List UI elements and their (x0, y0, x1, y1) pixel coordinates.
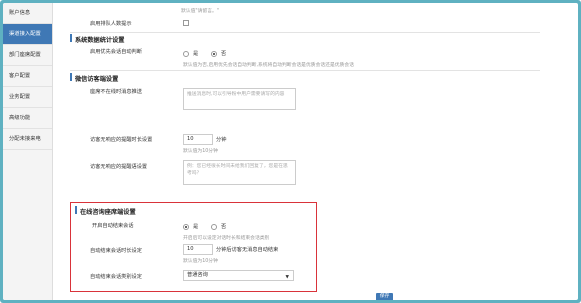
auto-end-category-value: 普通咨询 (187, 272, 208, 278)
auto-end-category-select[interactable]: 普通咨询 ▼ (183, 270, 294, 281)
default-message-hint: 默认值"请留言。" (181, 9, 219, 14)
save-button[interactable]: 保存 (376, 293, 393, 300)
priority-no-radio[interactable] (211, 51, 217, 57)
priority-no-label: 否 (221, 51, 227, 57)
section-marker (75, 206, 77, 214)
auto-end-no-radio[interactable] (211, 224, 217, 230)
sidebar-item-advanced[interactable]: 高级功能 (3, 108, 52, 129)
wechat-section-title: 微信访客端设置 (75, 76, 119, 83)
section-marker (70, 73, 72, 81)
window-content: 账户信息 渠道接入配置 部门座席配置 客户配置 业务配置 高级功能 分配未接来电… (3, 3, 578, 300)
queue-count-checkbox[interactable] (183, 20, 189, 26)
chevron-down-icon: ▼ (285, 275, 289, 280)
auto-end-label: 开启自动结束会话 (92, 223, 134, 229)
divider (70, 32, 540, 33)
sidebar-item-account-info[interactable]: 账户信息 (3, 3, 52, 24)
auto-end-hint: 开启后可以设定对话时长和结束会话类别 (183, 236, 270, 241)
queue-count-label: 启用排队人数提示 (90, 21, 132, 27)
visitor-timeout-hint: 默认值为10分钟 (183, 149, 218, 154)
section-marker (70, 34, 72, 42)
auto-end-duration-input[interactable]: 10 (183, 244, 213, 255)
visitor-timeout-label: 访客无响应的提醒时长设置 (90, 137, 153, 143)
visitor-timeout-unit: 分钟 (216, 137, 227, 143)
divider (70, 70, 540, 71)
visitor-reminder-label: 访客无响应的提醒语设置 (90, 164, 148, 170)
offline-push-textarea[interactable]: 推送消息时,可以引导粉中用户需要请写的内容 (183, 88, 296, 110)
auto-end-no-label: 否 (221, 224, 227, 230)
stats-section-title: 系统数据统计设置 (75, 37, 125, 44)
priority-session-label: 启用优先会话自动判断 (90, 49, 142, 55)
visitor-timeout-input[interactable]: 10 (183, 134, 213, 145)
sidebar: 账户信息 渠道接入配置 部门座席配置 客户配置 业务配置 高级功能 分配未接来电 (3, 3, 53, 300)
auto-end-duration-label: 自动结束会话时长设定 (90, 248, 142, 254)
online-section-title: 在线咨询座席端设置 (80, 209, 136, 216)
auto-end-yes-label: 是 (193, 224, 199, 230)
offline-push-label: 座席不在线时消息推送 (90, 89, 142, 95)
priority-yes-radio[interactable] (183, 51, 189, 57)
priority-yes-label: 是 (193, 51, 199, 57)
auto-end-yes-radio[interactable] (183, 224, 189, 230)
sidebar-item-channel-config[interactable]: 渠道接入配置 (3, 24, 52, 45)
sidebar-item-missed-calls[interactable]: 分配未接来电 (3, 129, 52, 150)
sidebar-item-customer-config[interactable]: 客户配置 (3, 66, 52, 87)
window-frame: 账户信息 渠道接入配置 部门座席配置 客户配置 业务配置 高级功能 分配未接来电… (0, 0, 581, 303)
auto-end-duration-hint: 默认值为10分钟 (183, 259, 218, 264)
priority-session-hint: 默认值为否,启用优先会话自动判断,系统将自动判断会话是优质会话还是优质会话 (183, 63, 354, 68)
sidebar-item-department-seat-config[interactable]: 部门座席配置 (3, 45, 52, 66)
auto-end-duration-suffix: 分钟后访客无消息自动结束 (216, 247, 279, 253)
visitor-reminder-textarea[interactable]: 例：您已经很长时间未给我们回复了，您是在思考吗？ (183, 160, 296, 185)
sidebar-item-business-config[interactable]: 业务配置 (3, 87, 52, 108)
auto-end-category-label: 自动结束会话类别设定 (90, 274, 142, 280)
